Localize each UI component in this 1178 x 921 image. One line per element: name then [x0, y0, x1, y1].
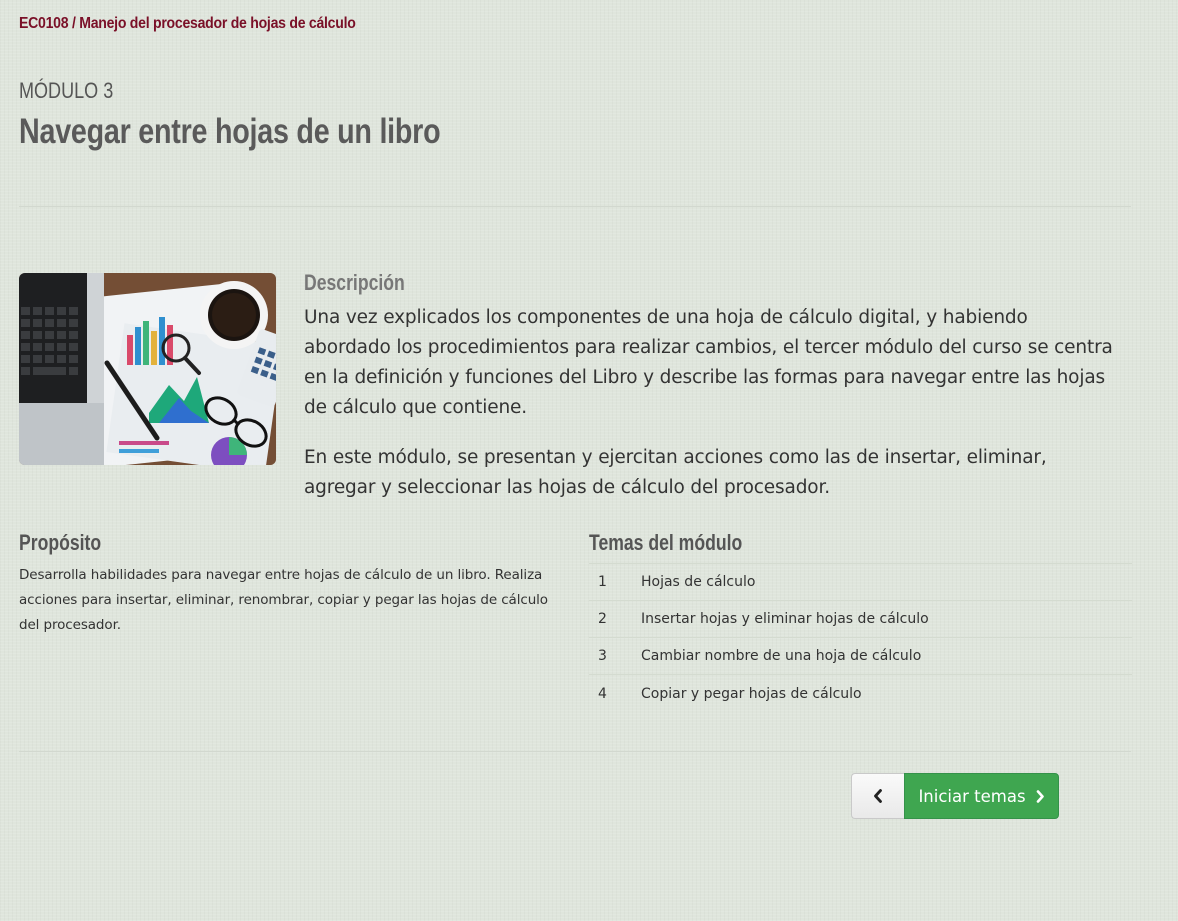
chevron-right-icon — [1036, 789, 1044, 803]
topic-number: 3 — [598, 648, 607, 664]
description-paragraph-1: Una vez explicados los componentes de un… — [304, 307, 1113, 418]
description-heading: Descripción — [304, 270, 405, 295]
topics-heading: Temas del módulo — [589, 530, 743, 555]
topic-number: 2 — [598, 611, 607, 627]
breadcrumb[interactable]: EC0108 / Manejo del procesador de hojas … — [19, 15, 356, 33]
topic-item: 3 Cambiar nombre de una hoja de cálculo — [589, 638, 1132, 675]
topic-label: Copiar y pegar hojas de cálculo — [641, 685, 862, 702]
description-paragraph-2: En este módulo, se presentan y ejercitan… — [304, 447, 1047, 498]
page-title: Navegar entre hojas de un libro — [19, 112, 441, 151]
start-topics-button[interactable]: Iniciar temas — [904, 773, 1059, 819]
top-divider — [19, 206, 1131, 207]
topic-item: 4 Copiar y pegar hojas de cálculo — [589, 675, 1132, 712]
topic-label: Cambiar nombre de una hoja de cálculo — [641, 648, 922, 664]
module-number: MÓDULO 3 — [19, 78, 114, 103]
bottom-divider — [19, 751, 1131, 752]
topic-number: 4 — [598, 685, 607, 702]
start-topics-label: Iniciar temas — [918, 786, 1026, 806]
previous-button[interactable] — [851, 773, 904, 819]
description-body: Una vez explicados los componentes de un… — [304, 303, 1114, 503]
topic-label: Insertar hojas y eliminar hojas de cálcu… — [641, 611, 929, 627]
purpose-text: Desarrolla habilidades para navegar entr… — [19, 567, 548, 633]
topic-label: Hojas de cálculo — [641, 574, 756, 590]
purpose-heading: Propósito — [19, 530, 102, 555]
topics-list: 1 Hojas de cálculo 2 Insertar hojas y el… — [589, 563, 1132, 712]
chevron-left-icon — [874, 789, 882, 803]
topic-number: 1 — [598, 574, 607, 590]
topic-item: 1 Hojas de cálculo — [589, 564, 1132, 601]
module-navigation: Iniciar temas — [851, 773, 1059, 819]
topic-item: 2 Insertar hojas y eliminar hojas de cál… — [589, 601, 1132, 638]
module-cover-image — [19, 273, 276, 465]
